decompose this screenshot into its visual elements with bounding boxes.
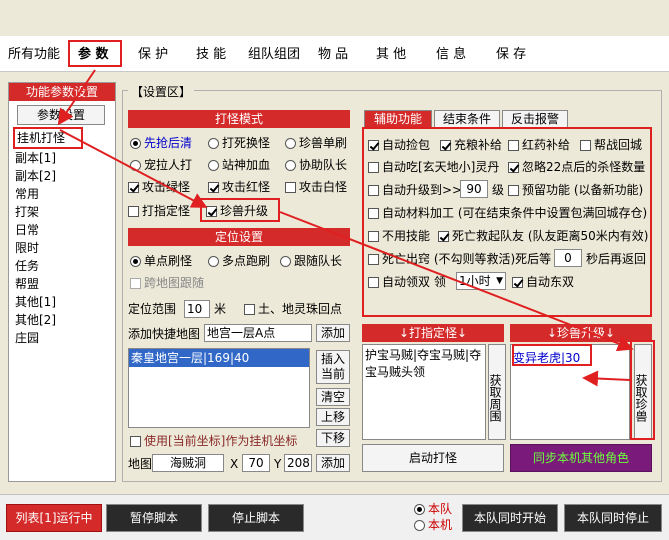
radio-machine[interactable]: 本机 [414, 516, 452, 534]
team-sync-start-button[interactable]: 本队同时开始 [462, 504, 558, 532]
radio-icon [414, 520, 425, 531]
arrow-to-hang-fight [57, 69, 96, 126]
radio-icon [414, 504, 425, 515]
list-running-button[interactable]: 列表[1]运行中 [6, 504, 102, 532]
option-label: 本机 [428, 518, 453, 532]
arrow-to-get-pet [279, 211, 634, 352]
arrow-to-pet-upgrade [59, 129, 208, 208]
annotation-arrows [57, 69, 634, 387]
option-label: 本队 [428, 502, 453, 516]
pause-script-button[interactable]: 暂停脚本 [106, 504, 202, 532]
team-sync-stop-button[interactable]: 本队同时停止 [564, 504, 662, 532]
bottom-bar: 列表[1]运行中 暂停脚本 停止脚本 本队 本机 本队同时开始 本队同时停止 [0, 494, 669, 540]
arrow-to-pet-value [582, 370, 631, 387]
stop-script-button[interactable]: 停止脚本 [208, 504, 304, 532]
